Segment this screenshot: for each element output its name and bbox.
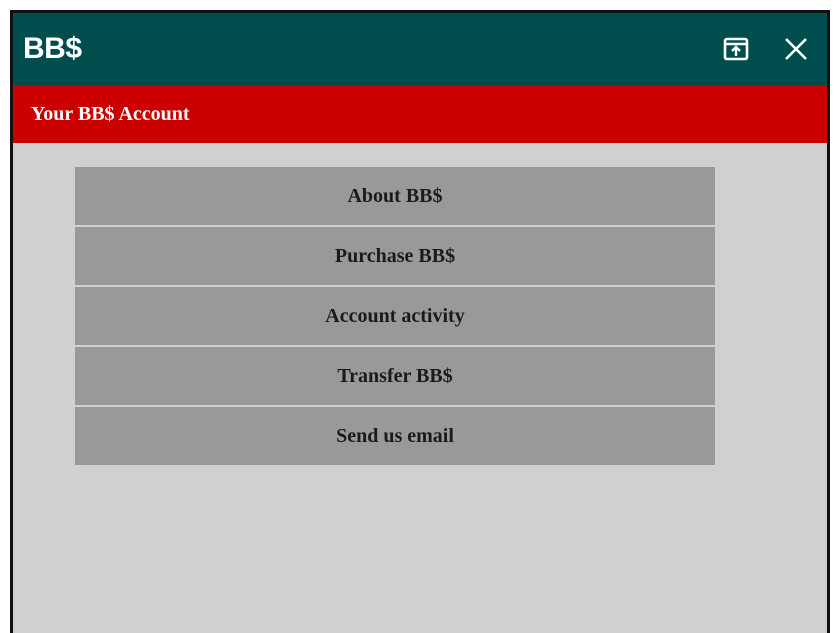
menu-item-transfer[interactable]: Transfer BB$ [75,347,715,405]
menu-item-purchase[interactable]: Purchase BB$ [75,227,715,285]
menu-item-label: Transfer BB$ [337,364,453,387]
app-title: BB$ [23,32,82,65]
section-title: Your BB$ Account [31,102,190,125]
close-icon [785,38,807,60]
section-header: Your BB$ Account [13,85,827,143]
account-menu: About BB$ Purchase BB$ Account activity … [75,167,715,465]
menu-item-label: Purchase BB$ [334,244,456,267]
popout-button[interactable] [721,34,751,64]
menu-item-label: About BB$ [347,184,443,207]
menu-item-about[interactable]: About BB$ [75,167,715,225]
menu-item-label: Account activity [325,304,465,327]
menu-item-send-email[interactable]: Send us email [75,407,715,465]
window-controls [721,34,811,64]
menu-item-label: Send us email [336,424,454,447]
app-window: BB$ Your BB$ Account About BB$ Purchase … [10,10,830,633]
menu-item-account-activity[interactable]: Account activity [75,287,715,345]
titlebar: BB$ [13,13,827,85]
popout-icon [723,37,749,61]
close-button[interactable] [781,34,811,64]
